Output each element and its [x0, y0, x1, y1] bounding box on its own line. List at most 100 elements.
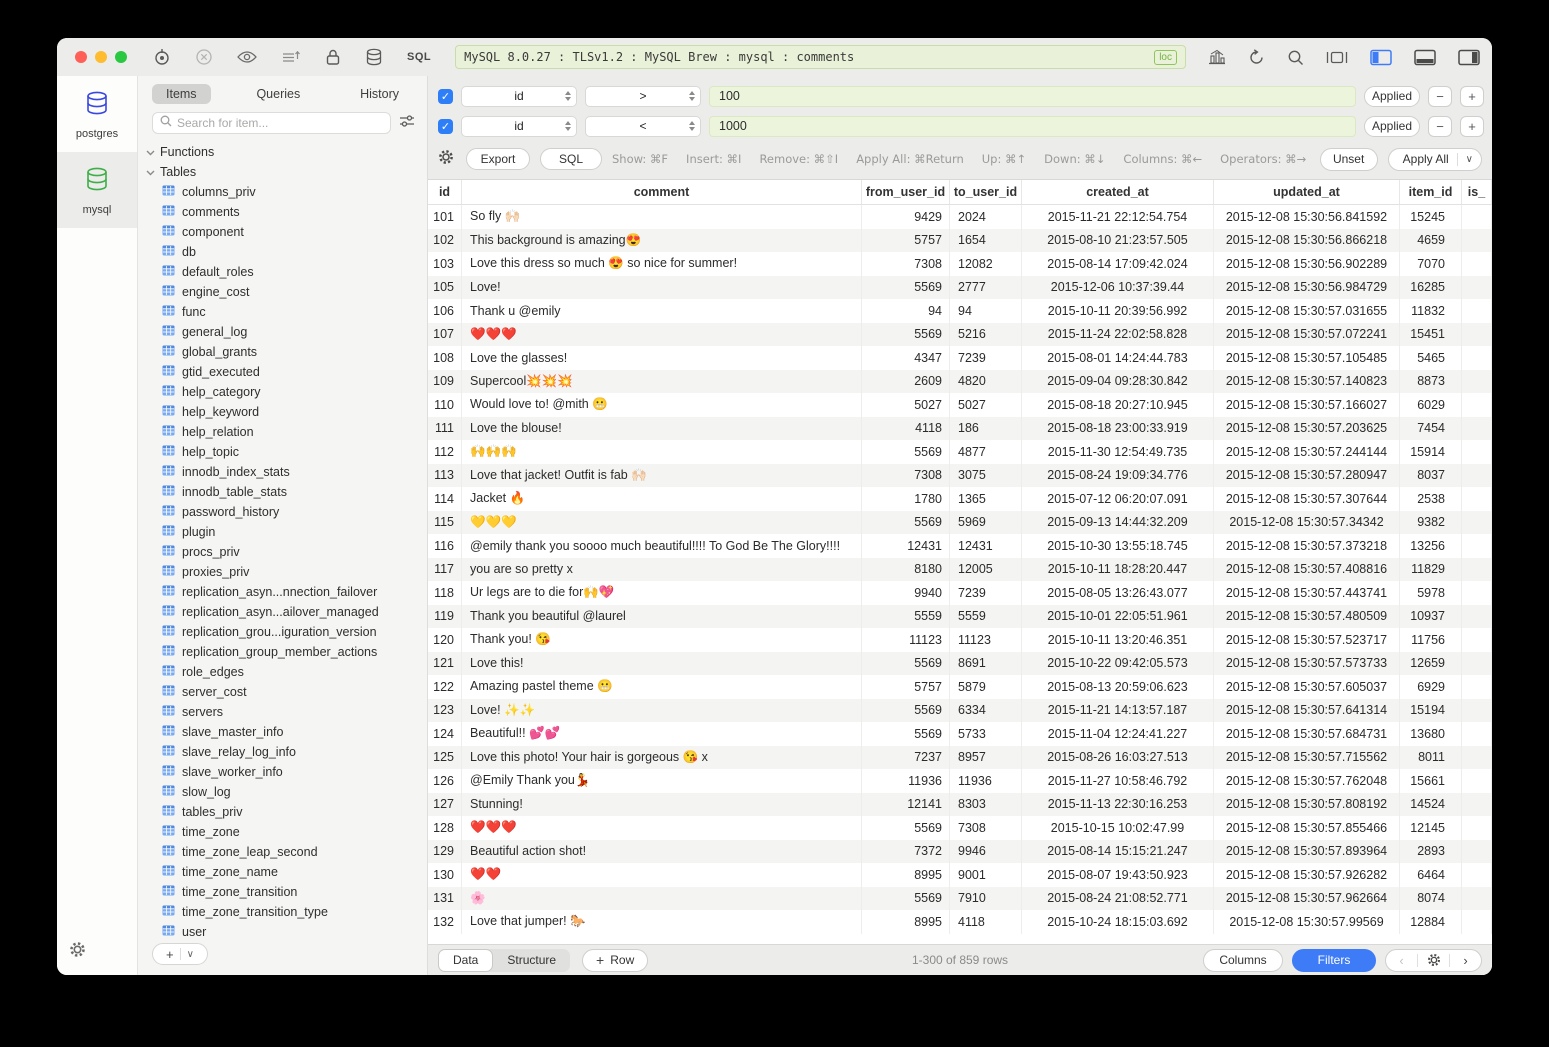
- cell-created-at[interactable]: 2015-10-24 18:15:03.692: [1022, 910, 1214, 934]
- cell-updated-at[interactable]: 2015-12-08 15:30:57.523717: [1214, 628, 1400, 652]
- cell-from-user-id[interactable]: 5569: [862, 887, 950, 911]
- cell-comment[interactable]: Thank you beautiful @laurel: [462, 605, 862, 629]
- table-row[interactable]: 112🙌🙌🙌556948772015-11-30 12:54:49.735201…: [428, 440, 1492, 464]
- cell-is-[interactable]: [1462, 605, 1492, 629]
- cell-is-[interactable]: [1462, 628, 1492, 652]
- sidebar-table-item[interactable]: innodb_table_stats: [138, 482, 427, 502]
- cell-comment[interactable]: ❤️❤️❤️: [462, 323, 862, 347]
- cell-created-at[interactable]: 2015-11-30 12:54:49.735: [1022, 440, 1214, 464]
- preview-eye-icon[interactable]: [237, 50, 257, 64]
- cell-item-id[interactable]: 5978: [1400, 581, 1462, 605]
- cell-is-[interactable]: [1462, 887, 1492, 911]
- cell-comment[interactable]: Stunning!: [462, 793, 862, 817]
- cell-comment[interactable]: Love this dress so much 😍 so nice for su…: [462, 252, 862, 276]
- sidebar-table-item[interactable]: replication_asyn...ailover_managed: [138, 602, 427, 622]
- tab-history[interactable]: History: [346, 84, 413, 104]
- table-row[interactable]: 120Thank you! 😘11123111232015-10-11 13:2…: [428, 628, 1492, 652]
- cell-from-user-id[interactable]: 4118: [862, 417, 950, 441]
- cell-id[interactable]: 129: [428, 840, 462, 864]
- cell-updated-at[interactable]: 2015-12-08 15:30:57.893964: [1214, 840, 1400, 864]
- cell-comment[interactable]: Jacket 🔥: [462, 487, 862, 511]
- cell-id[interactable]: 109: [428, 370, 462, 394]
- cell-to-user-id[interactable]: 12431: [950, 534, 1022, 558]
- remove-filter-button[interactable]: −: [1428, 116, 1452, 137]
- cell-is-[interactable]: [1462, 558, 1492, 582]
- cell-created-at[interactable]: 2015-08-01 14:24:44.783: [1022, 346, 1214, 370]
- cell-created-at[interactable]: 2015-11-24 22:02:58.828: [1022, 323, 1214, 347]
- cell-created-at[interactable]: 2015-09-13 14:44:32.209: [1022, 511, 1214, 535]
- cell-id[interactable]: 107: [428, 323, 462, 347]
- cell-is-[interactable]: [1462, 299, 1492, 323]
- sql-editor-icon[interactable]: SQL: [407, 51, 431, 63]
- sidebar-table-item[interactable]: func: [138, 302, 427, 322]
- sidebar-table-item[interactable]: user: [138, 922, 427, 937]
- cell-to-user-id[interactable]: 12082: [950, 252, 1022, 276]
- cell-updated-at[interactable]: 2015-12-08 15:30:57.280947: [1214, 464, 1400, 488]
- cell-from-user-id[interactable]: 8995: [862, 910, 950, 934]
- sidebar-table-item[interactable]: password_history: [138, 502, 427, 522]
- cell-is-[interactable]: [1462, 252, 1492, 276]
- cell-is-[interactable]: [1462, 746, 1492, 770]
- cell-to-user-id[interactable]: 7910: [950, 887, 1022, 911]
- cell-id[interactable]: 113: [428, 464, 462, 488]
- table-row[interactable]: 109Supercool💥💥💥260948202015-09-04 09:28:…: [428, 370, 1492, 394]
- add-row-button[interactable]: + Row: [582, 949, 648, 972]
- cell-updated-at[interactable]: 2015-12-08 15:30:57.641314: [1214, 699, 1400, 723]
- cell-item-id[interactable]: 11832: [1400, 299, 1462, 323]
- cell-from-user-id[interactable]: 7308: [862, 464, 950, 488]
- cell-is-[interactable]: [1462, 581, 1492, 605]
- column-header-created-at[interactable]: created_at: [1022, 180, 1214, 204]
- cell-id[interactable]: 115: [428, 511, 462, 535]
- cell-id[interactable]: 121: [428, 652, 462, 676]
- cell-updated-at[interactable]: 2015-12-08 15:30:57.715562: [1214, 746, 1400, 770]
- cell-to-user-id[interactable]: 8303: [950, 793, 1022, 817]
- cell-from-user-id[interactable]: 7372: [862, 840, 950, 864]
- cell-updated-at[interactable]: 2015-12-08 15:30:56.866218: [1214, 229, 1400, 253]
- table-row[interactable]: 128❤️❤️❤️556973082015-10-15 10:02:47.992…: [428, 816, 1492, 840]
- cell-created-at[interactable]: 2015-07-12 06:20:07.091: [1022, 487, 1214, 511]
- sidebar-table-item[interactable]: general_log: [138, 322, 427, 342]
- table-row[interactable]: 113Love that jacket! Outfit is fab 🙌🏻730…: [428, 464, 1492, 488]
- zoom-window-button[interactable]: [115, 51, 127, 63]
- table-row[interactable]: 106Thank u @emily94942015-10-11 20:39:56…: [428, 299, 1492, 323]
- cell-comment[interactable]: Supercool💥💥💥: [462, 370, 862, 394]
- cell-updated-at[interactable]: 2015-12-08 15:30:57.605037: [1214, 675, 1400, 699]
- cell-from-user-id[interactable]: 5757: [862, 229, 950, 253]
- table-row[interactable]: 132Love that jumper! 🐎899541182015-10-24…: [428, 910, 1492, 934]
- cell-to-user-id[interactable]: 4877: [950, 440, 1022, 464]
- cell-is-[interactable]: [1462, 511, 1492, 535]
- focus-mode-icon[interactable]: [1326, 50, 1348, 65]
- cell-is-[interactable]: [1462, 487, 1492, 511]
- cell-item-id[interactable]: 6029: [1400, 393, 1462, 417]
- cell-to-user-id[interactable]: 9001: [950, 863, 1022, 887]
- chart-icon[interactable]: [1208, 49, 1226, 65]
- applied-button[interactable]: Applied: [1364, 86, 1420, 107]
- table-row[interactable]: 121Love this!556986912015-10-22 09:42:05…: [428, 652, 1492, 676]
- sidebar-table-item[interactable]: replication_group_member_actions: [138, 642, 427, 662]
- cell-id[interactable]: 105: [428, 276, 462, 300]
- cell-is-[interactable]: [1462, 722, 1492, 746]
- cell-id[interactable]: 102: [428, 229, 462, 253]
- cell-item-id[interactable]: 8037: [1400, 464, 1462, 488]
- cell-from-user-id[interactable]: 5569: [862, 722, 950, 746]
- cell-comment[interactable]: ❤️❤️: [462, 863, 862, 887]
- table-row[interactable]: 131🌸556979102015-08-24 21:08:52.7712015-…: [428, 887, 1492, 911]
- cell-created-at[interactable]: 2015-11-13 22:30:16.253: [1022, 793, 1214, 817]
- cell-from-user-id[interactable]: 9429: [862, 205, 950, 229]
- cell-item-id[interactable]: 8074: [1400, 887, 1462, 911]
- cell-to-user-id[interactable]: 2777: [950, 276, 1022, 300]
- table-row[interactable]: 127Stunning!1214183032015-11-13 22:30:16…: [428, 793, 1492, 817]
- cell-from-user-id[interactable]: 5569: [862, 276, 950, 300]
- table-row[interactable]: 105Love!556927772015-12-06 10:37:39.4420…: [428, 276, 1492, 300]
- cell-from-user-id[interactable]: 11123: [862, 628, 950, 652]
- cell-updated-at[interactable]: 2015-12-08 15:30:57.307644: [1214, 487, 1400, 511]
- cell-is-[interactable]: [1462, 346, 1492, 370]
- cell-updated-at[interactable]: 2015-12-08 15:30:57.105485: [1214, 346, 1400, 370]
- cell-created-at[interactable]: 2015-10-30 13:55:18.745: [1022, 534, 1214, 558]
- filter-settings-gear-icon[interactable]: [438, 149, 454, 170]
- sidebar-table-item[interactable]: comments: [138, 202, 427, 222]
- table-row[interactable]: 110Would love to! @mith 😬502750272015-08…: [428, 393, 1492, 417]
- cell-updated-at[interactable]: 2015-12-08 15:30:57.203625: [1214, 417, 1400, 441]
- cell-to-user-id[interactable]: 7308: [950, 816, 1022, 840]
- filter-enabled-checkbox[interactable]: [438, 119, 453, 134]
